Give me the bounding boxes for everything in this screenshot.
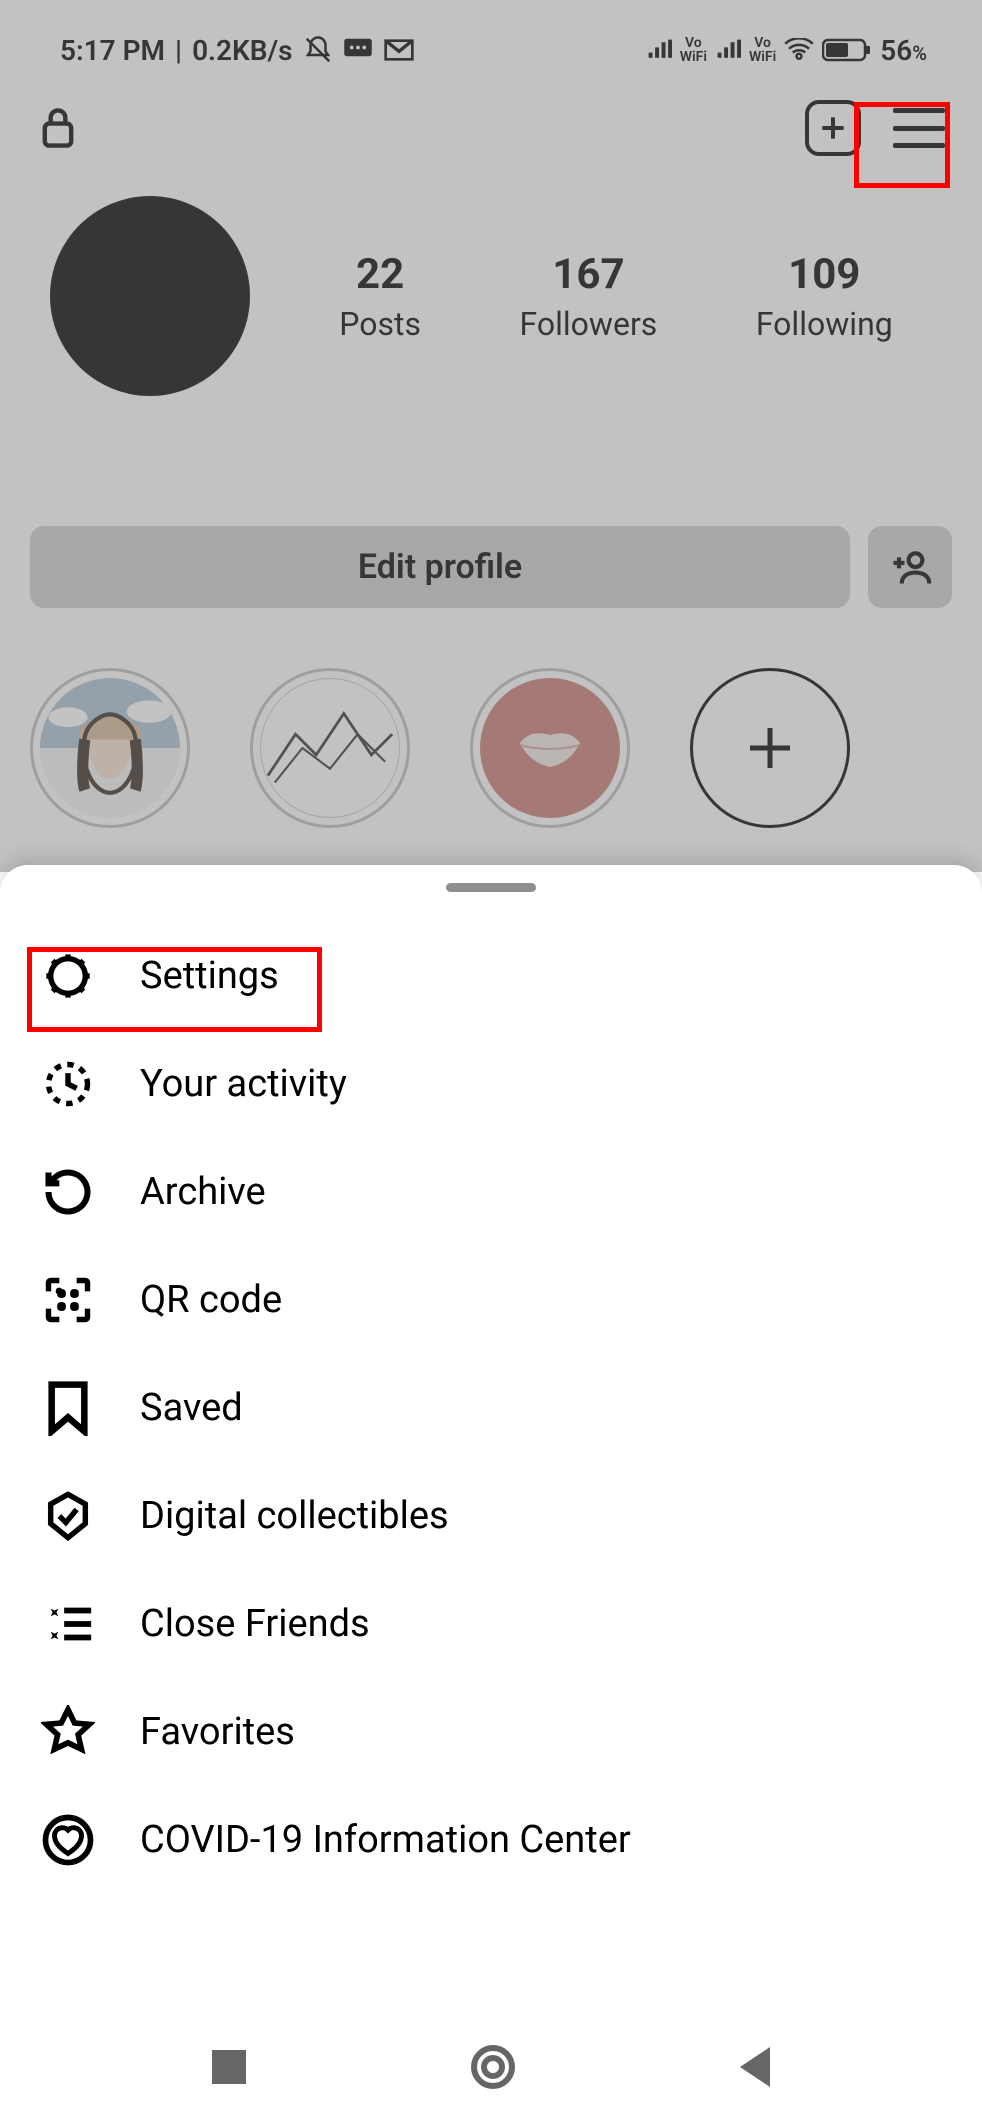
menu-item-close-friends[interactable]: Close Friends [0,1570,982,1678]
following-count: 109 [756,250,893,299]
favorites-icon [40,1704,96,1760]
menu-label: QR code [140,1278,282,1322]
menu-bottom-sheet: Settings Your activity Archive QR code S… [0,865,982,2007]
menu-label: Settings [140,954,279,998]
settings-icon [40,948,96,1004]
status-bar: 5:17 PM | 0.2KB/s VoWiFi VoWiFi [0,0,982,70]
menu-item-collectibles[interactable]: Digital collectibles [0,1462,982,1570]
activity-icon [40,1056,96,1112]
story-highlight-1[interactable] [30,668,190,828]
qr-icon [40,1272,96,1328]
sheet-grabber[interactable] [446,883,536,892]
followers-label: Followers [520,305,658,343]
wifi-icon [784,38,814,62]
signal-icon-1 [646,39,672,61]
archive-icon [40,1164,96,1220]
following-label: Following [756,305,893,343]
status-divider: | [175,34,182,67]
nav-recent-button[interactable] [212,2050,246,2084]
signal-icon-2 [715,39,741,61]
collectibles-icon [40,1488,96,1544]
menu-item-covid[interactable]: COVID-19 Information Center [0,1786,982,1894]
discover-people-button[interactable] [868,526,952,608]
menu-label: Your activity [140,1062,347,1106]
menu-item-activity[interactable]: Your activity [0,1030,982,1138]
new-highlight-button[interactable] [690,668,850,828]
story-highlight-2[interactable] [250,668,410,828]
vowifi-icon-2: VoWiFi [749,36,776,64]
covid-icon [40,1812,96,1868]
followers-count: 167 [520,250,658,299]
saved-icon [40,1380,96,1436]
menu-label: Digital collectibles [140,1494,449,1538]
vowifi-icon-1: VoWiFi [680,36,707,64]
posts-label: Posts [339,305,421,343]
menu-label: COVID-19 Information Center [140,1818,631,1862]
android-nav-bar [0,2007,982,2127]
menu-label: Archive [140,1170,266,1214]
menu-item-saved[interactable]: Saved [0,1354,982,1462]
posts-stat[interactable]: 22 Posts [339,250,421,343]
profile-avatar[interactable] [50,196,250,396]
status-time: 5:17 PM [60,34,165,67]
menu-item-favorites[interactable]: Favorites [0,1678,982,1786]
posts-count: 22 [339,250,421,299]
status-net-speed: 0.2KB/s [192,34,293,67]
nav-back-button[interactable] [740,2047,770,2087]
followers-stat[interactable]: 167 Followers [520,250,658,343]
gmail-icon [383,38,415,62]
menu-label: Saved [140,1386,243,1430]
battery-icon [822,37,872,63]
profile-name [0,396,982,426]
edit-profile-label: Edit profile [358,547,522,587]
story-highlight-3[interactable] [470,668,630,828]
menu-item-qr[interactable]: QR code [0,1246,982,1354]
close-friends-icon [40,1596,96,1652]
lock-icon[interactable] [40,106,76,150]
menu-item-archive[interactable]: Archive [0,1138,982,1246]
menu-item-settings[interactable]: Settings [0,922,982,1030]
hamburger-menu-button[interactable] [891,104,947,152]
menu-label: Favorites [140,1710,295,1754]
create-post-button[interactable] [805,100,861,156]
battery-pct: 56% [880,34,927,67]
edit-profile-button[interactable]: Edit profile [30,526,850,608]
mute-icon [303,35,333,65]
following-stat[interactable]: 109 Following [756,250,893,343]
menu-label: Close Friends [140,1602,370,1646]
nav-home-button[interactable] [471,2045,515,2089]
sms-icon [343,37,373,63]
